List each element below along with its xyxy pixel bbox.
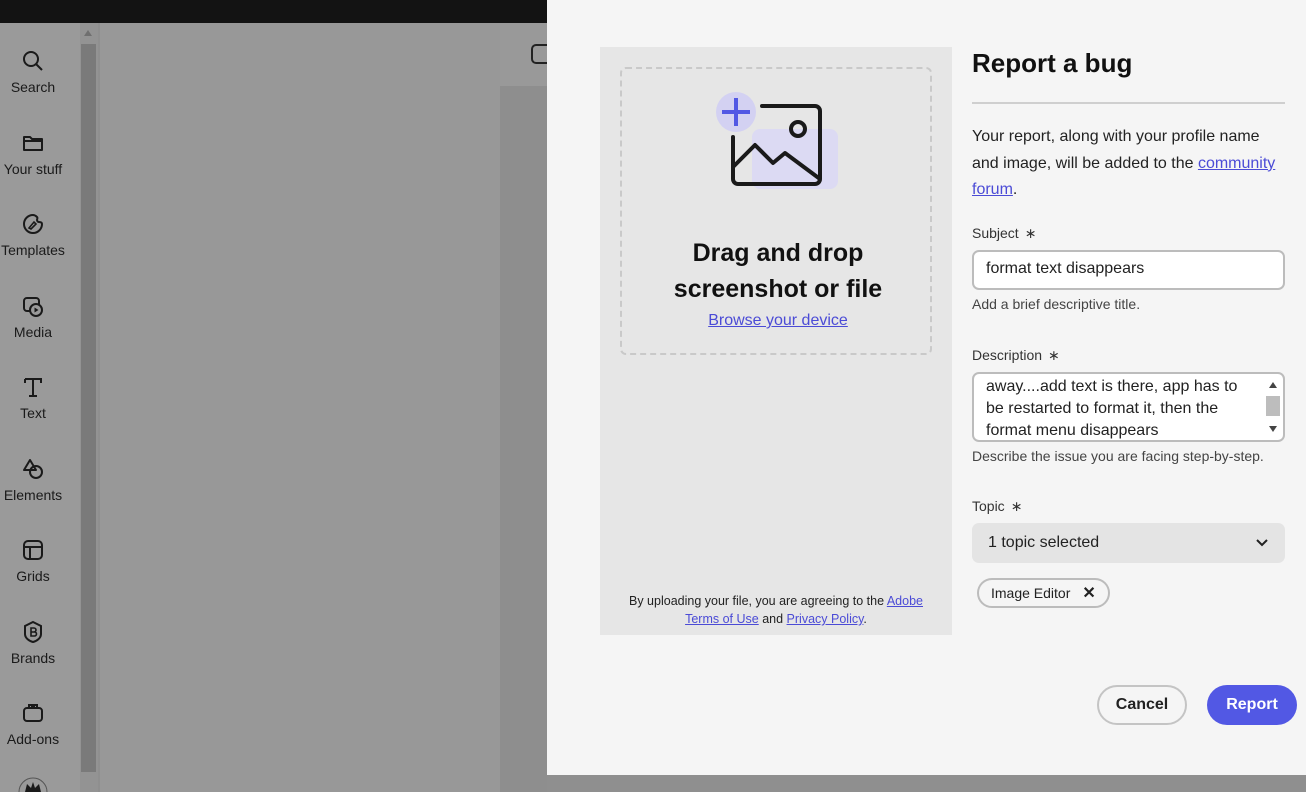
cancel-button[interactable]: Cancel (1097, 685, 1187, 725)
topic-select[interactable]: 1 topic selected (972, 523, 1285, 563)
sidebar-item-label: Search (10, 79, 56, 95)
topic-label: Topic ∗ (972, 498, 1022, 515)
scroll-up-arrow-icon[interactable] (84, 30, 92, 36)
topic-tag: Image Editor ✕ (977, 578, 1110, 608)
drop-title-line2: screenshot or file (673, 275, 883, 303)
text-icon (24, 378, 42, 397)
upload-legal-text: By uploading your file, you are agreeing… (620, 592, 932, 628)
legal-suffix: . (863, 612, 867, 626)
browse-device-link[interactable]: Browse your device (622, 312, 934, 330)
sidebar-item-label: Media (13, 324, 53, 340)
subject-input[interactable]: format text disappears (972, 250, 1285, 290)
subject-hint: Add a brief descriptive title. (972, 296, 1141, 312)
search-icon (23, 51, 43, 71)
sidebar-item-label: Text (20, 405, 46, 421)
description-scrollbar-thumb[interactable] (1266, 396, 1280, 416)
templates-icon (23, 213, 44, 234)
topic-value: 1 topic selected (988, 534, 1100, 551)
topic-tag-label: Image Editor (991, 585, 1071, 601)
elements-icon (23, 459, 43, 479)
folder-icon (23, 136, 43, 151)
sidebar-item-search[interactable]: Search (0, 39, 66, 109)
subject-label: Subject ∗ (972, 225, 1036, 242)
subject-value: format text disappears (986, 260, 1145, 277)
sidebar-item-elements[interactable]: Elements (0, 447, 66, 517)
required-mark: ∗ (1010, 498, 1023, 514)
required-mark: ∗ (1048, 347, 1060, 363)
description-hint: Describe the issue you are facing step-b… (972, 448, 1264, 464)
sidebar-item-text[interactable]: Text (0, 365, 66, 435)
scroll-up-arrow-icon[interactable] (1269, 382, 1277, 388)
sidebar-item-your-stuff[interactable]: Your stuff (0, 121, 66, 191)
sidebar-item-label: Brands (10, 650, 56, 666)
legal-prefix: By uploading your file, you are agreeing… (629, 594, 885, 608)
intro-suffix: . (1012, 181, 1018, 198)
description-label: Description ∗ (972, 347, 1060, 364)
description-label-text: Description (972, 347, 1043, 363)
drop-title: Drag and drop screenshot or file (622, 235, 934, 307)
description-value: away....add text is there, app has to be… (986, 378, 1238, 439)
sidebar-item-label: Elements (3, 487, 63, 503)
editor-canvas (500, 23, 547, 792)
dialog-title: Report a bug (972, 48, 1133, 78)
close-icon[interactable]: ✕ (1082, 583, 1095, 603)
intro-text: Your report, along with your profile nam… (972, 124, 1286, 204)
sidebar-item-label: Grids (16, 568, 50, 584)
media-icon (23, 297, 43, 317)
description-scrollbar[interactable] (1265, 376, 1281, 438)
scroll-down-arrow-icon[interactable] (1269, 426, 1277, 432)
sidebar-item-add-ons[interactable]: Add-ons (0, 691, 66, 761)
panel-area (100, 23, 500, 792)
privacy-policy-link[interactable]: Privacy Policy (787, 612, 864, 626)
image-upload-icon (716, 92, 838, 189)
sidebar-item-label: Add-ons (6, 731, 60, 747)
subject-label-text: Subject (972, 225, 1019, 241)
report-button[interactable]: Report (1207, 685, 1297, 725)
title-divider (972, 102, 1285, 104)
sidebar-item-label: Your stuff (3, 161, 63, 177)
sidebar-item-templates[interactable]: Templates (0, 202, 66, 272)
brands-icon (24, 620, 42, 644)
grids-icon (23, 540, 43, 560)
add-ons-icon (23, 704, 43, 722)
chevron-down-icon (1256, 539, 1268, 547)
drop-title-line1: Drag and drop (692, 239, 864, 267)
left-rail: Search Your stuff Templates Media Text E… (0, 23, 80, 792)
required-mark: ∗ (1024, 225, 1037, 241)
sidebar-item-media[interactable]: Media (0, 284, 66, 354)
legal-and: and (762, 612, 784, 626)
upload-panel: Drag and drop screenshot or file Browse … (600, 47, 952, 635)
report-bug-dialog: Drag and drop screenshot or file Browse … (547, 0, 1306, 775)
description-textarea[interactable]: away....add text is there, app has to be… (972, 372, 1285, 442)
sidebar-item-grids[interactable]: Grids (0, 528, 66, 598)
topic-label-text: Topic (972, 498, 1005, 514)
drop-zone[interactable]: Drag and drop screenshot or file Browse … (620, 67, 932, 355)
sidebar-item-brands[interactable]: Brands (0, 610, 66, 680)
sidebar-item-label: Templates (1, 242, 65, 258)
rail-scrollbar-thumb[interactable] (81, 44, 96, 772)
crown-icon[interactable] (18, 775, 48, 792)
